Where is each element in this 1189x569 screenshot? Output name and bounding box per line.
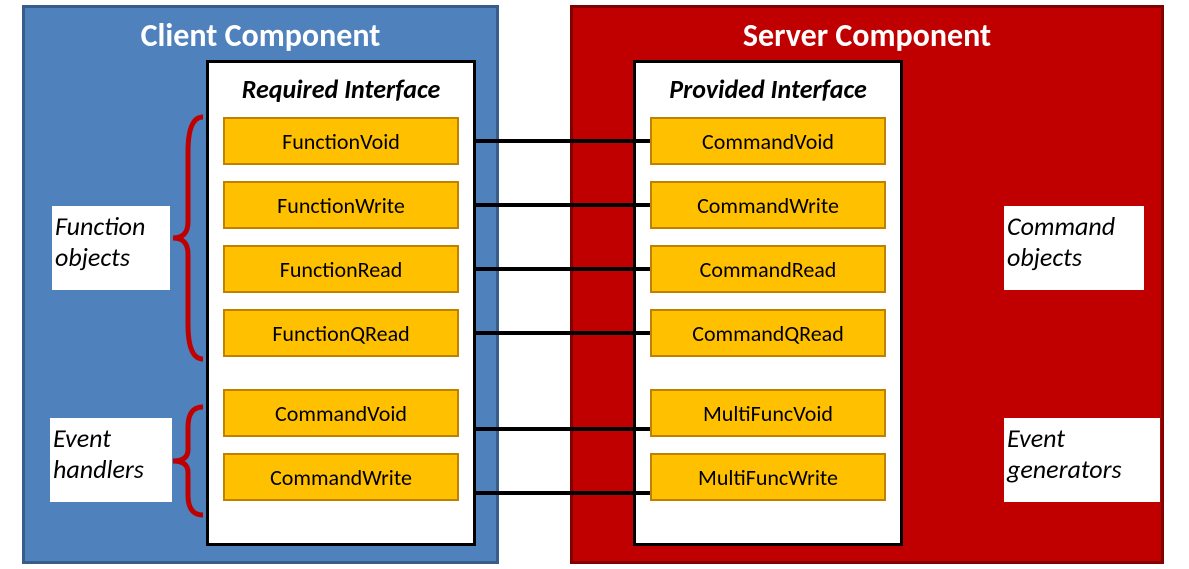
required-interface-box: Required Interface FunctionVoid Function…: [206, 60, 476, 546]
server-command-group: CommandVoid CommandWrite CommandRead Com…: [650, 117, 886, 357]
client-function-group: FunctionVoid FunctionWrite FunctionRead …: [223, 117, 459, 357]
command-objects-label: Command objects: [1004, 206, 1144, 290]
provided-interface-box: Provided Interface CommandVoid CommandWr…: [633, 60, 903, 546]
brace-function-objects: [168, 112, 208, 364]
client-title: Client Component: [141, 16, 381, 55]
event-handlers-label: Event handlers: [50, 418, 172, 502]
connector-5: [473, 427, 650, 431]
brace-event-handlers: [168, 402, 208, 520]
brace-event-generators: [950, 402, 990, 520]
command-write-box: CommandWrite: [650, 181, 886, 229]
event-generators-label: Event generators: [1004, 418, 1160, 502]
multifunc-write-box: MultiFuncWrite: [650, 453, 886, 501]
connector-1: [473, 139, 650, 143]
command-read-box: CommandRead: [650, 245, 886, 293]
provided-interface-title: Provided Interface: [650, 73, 886, 105]
function-write-box: FunctionWrite: [223, 181, 459, 229]
command-void-client-box: CommandVoid: [223, 389, 459, 437]
connector-2: [473, 203, 650, 207]
function-void-box: FunctionVoid: [223, 117, 459, 165]
function-qread-box: FunctionQRead: [223, 309, 459, 357]
server-event-group: MultiFuncVoid MultiFuncWrite: [650, 389, 886, 501]
connector-4: [473, 331, 650, 335]
brace-command-objects: [950, 112, 990, 364]
command-void-box: CommandVoid: [650, 117, 886, 165]
command-qread-box: CommandQRead: [650, 309, 886, 357]
function-objects-label: Function objects: [52, 206, 170, 290]
command-write-client-box: CommandWrite: [223, 453, 459, 501]
multifunc-void-box: MultiFuncVoid: [650, 389, 886, 437]
server-title: Server Component: [743, 16, 991, 55]
function-read-box: FunctionRead: [223, 245, 459, 293]
connector-6: [473, 491, 650, 495]
required-interface-title: Required Interface: [223, 73, 459, 105]
connector-3: [473, 267, 650, 271]
client-event-group: CommandVoid CommandWrite: [223, 389, 459, 501]
